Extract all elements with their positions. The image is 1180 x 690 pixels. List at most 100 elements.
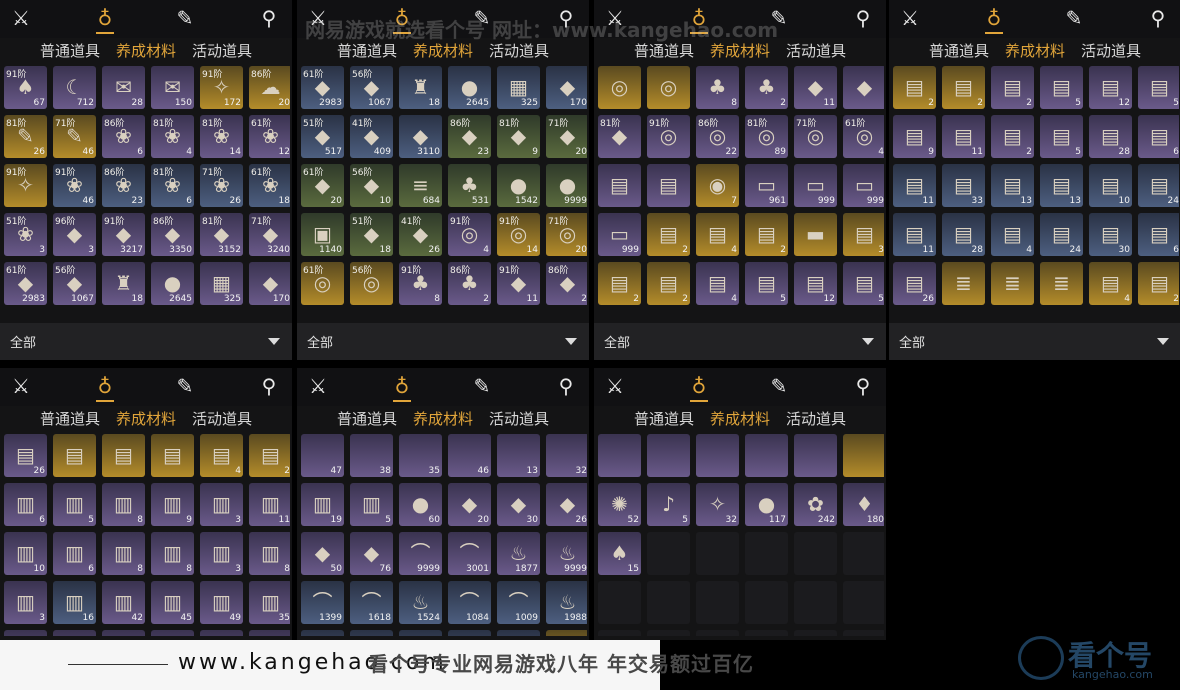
item-slot[interactable]: ♨ 9999 bbox=[546, 532, 587, 575]
item-slot[interactable]: ❀ 91阶 46 bbox=[53, 164, 96, 207]
item-slot[interactable]: ☁ 86阶 20 bbox=[249, 66, 290, 109]
item-slot[interactable]: ♨ 1988 bbox=[546, 581, 587, 624]
item-slot[interactable]: ◆ 26 bbox=[546, 483, 587, 526]
filter-dropdown[interactable]: 全部 bbox=[889, 323, 1180, 360]
item-slot[interactable]: ▤ 4 bbox=[200, 434, 243, 477]
item-slot[interactable]: ▥ 3 bbox=[200, 483, 243, 526]
item-slot[interactable]: ▤ 4 bbox=[696, 213, 739, 256]
item-slot[interactable]: ◆ 61阶 2983 bbox=[301, 66, 344, 109]
item-slot[interactable]: 35 bbox=[399, 434, 442, 477]
item-slot[interactable]: ▤ 4 bbox=[1089, 262, 1132, 305]
item-slot[interactable]: ▤ 5 bbox=[843, 262, 884, 305]
item-slot[interactable]: ▥ 6 bbox=[53, 532, 96, 575]
item-slot[interactable]: ▤ 11 bbox=[893, 213, 936, 256]
item-slot[interactable]: ❀ 61阶 18 bbox=[249, 164, 290, 207]
item-slot[interactable]: ◆ 56阶 1067 bbox=[53, 262, 96, 305]
tab-growth-materials[interactable]: 养成材料 bbox=[413, 408, 473, 429]
item-slot[interactable]: ▤ 2 bbox=[647, 262, 690, 305]
tab-common-items[interactable]: 普通道具 bbox=[40, 40, 100, 61]
item-slot[interactable]: ♣ 2 bbox=[745, 66, 788, 109]
item-slot[interactable]: ▤ 2 bbox=[249, 434, 290, 477]
item-slot[interactable]: ▥ bbox=[301, 630, 344, 636]
swords-icon[interactable]: ⚔ bbox=[8, 373, 34, 399]
item-slot[interactable]: ≣ bbox=[991, 262, 1034, 305]
item-slot[interactable]: ❀ 86阶 6 bbox=[102, 115, 145, 158]
item-slot[interactable]: ◆ 71阶 3240 bbox=[249, 213, 290, 256]
item-slot[interactable]: ▤ 5 bbox=[745, 262, 788, 305]
item-slot[interactable]: ▤ 9 bbox=[893, 115, 936, 158]
item-slot[interactable]: ▥ bbox=[448, 630, 491, 636]
tab-growth-materials[interactable]: 养成材料 bbox=[710, 408, 770, 429]
item-slot[interactable]: ◆ 56阶 1067 bbox=[350, 66, 393, 109]
item-slot[interactable]: ◆ 170 bbox=[249, 262, 290, 305]
item-slot[interactable]: ▥ 5 bbox=[350, 483, 393, 526]
item-slot[interactable]: ❀ 51阶 3 bbox=[4, 213, 47, 256]
item-slot[interactable]: ◎ 86阶 22 bbox=[696, 115, 739, 158]
item-slot[interactable]: ▭ 999 bbox=[598, 213, 641, 256]
tab-event-items[interactable]: 活动道具 bbox=[489, 408, 549, 429]
swords-icon[interactable]: ⚔ bbox=[602, 373, 628, 399]
item-slot[interactable]: ◆ 76 bbox=[350, 532, 393, 575]
item-slot[interactable]: ▤ 13 bbox=[1040, 164, 1083, 207]
item-slot[interactable]: ▤ 2 bbox=[745, 213, 788, 256]
item-slot[interactable]: ♣ 86阶 2 bbox=[448, 262, 491, 305]
item-slot[interactable]: 32 bbox=[546, 434, 587, 477]
tab-event-items[interactable]: 活动道具 bbox=[192, 40, 252, 61]
item-slot[interactable]: ● 2645 bbox=[151, 262, 194, 305]
item-slot[interactable]: ▤ 5 bbox=[1040, 66, 1083, 109]
tab-growth-materials[interactable]: 养成材料 bbox=[116, 40, 176, 61]
item-slot[interactable]: ▥ bbox=[4, 630, 47, 636]
item-slot[interactable]: ◎ 61阶 bbox=[301, 262, 344, 305]
item-slot[interactable]: ◎ 81阶 89 bbox=[745, 115, 788, 158]
item-slot[interactable]: ✧ 32 bbox=[696, 483, 739, 526]
item-slot[interactable]: ◆ 170 bbox=[546, 66, 587, 109]
item-slot[interactable]: ▤ bbox=[647, 164, 690, 207]
chevron-down-icon[interactable] bbox=[862, 338, 874, 345]
item-slot[interactable]: ✉ 28 bbox=[102, 66, 145, 109]
item-slot[interactable] bbox=[843, 434, 884, 477]
item-slot[interactable]: ◆ 41阶 409 bbox=[350, 115, 393, 158]
item-slot[interactable]: ✿ 242 bbox=[794, 483, 837, 526]
item-slot[interactable]: ▥ bbox=[249, 630, 290, 636]
item-slot[interactable]: ▤ 3 bbox=[843, 213, 884, 256]
scroll-brush-icon[interactable]: ✎ bbox=[766, 373, 792, 399]
item-slot[interactable]: ◆ 11 bbox=[794, 66, 837, 109]
tab-common-items[interactable]: 普通道具 bbox=[40, 408, 100, 429]
chevron-down-icon[interactable] bbox=[268, 338, 280, 345]
item-slot[interactable]: ● 2645 bbox=[448, 66, 491, 109]
item-slot[interactable]: ♜ 18 bbox=[399, 66, 442, 109]
item-slot[interactable]: ◆ 91阶 11 bbox=[497, 262, 540, 305]
item-slot[interactable]: ▥ bbox=[350, 630, 393, 636]
pin-icon[interactable]: ⚲ bbox=[256, 5, 282, 31]
item-slot[interactable]: ♪ 5 bbox=[647, 483, 690, 526]
pin-icon[interactable]: ⚲ bbox=[1145, 5, 1171, 31]
item-slot[interactable]: ▤ 28 bbox=[1089, 115, 1132, 158]
item-slot[interactable]: ● 1542 bbox=[497, 164, 540, 207]
item-slot[interactable]: ⌒ 3001 bbox=[448, 532, 491, 575]
item-slot[interactable]: ♦ 180 bbox=[843, 483, 884, 526]
item-slot[interactable]: ♨ 1877 bbox=[497, 532, 540, 575]
item-slot[interactable]: ◆ 81阶 bbox=[598, 115, 641, 158]
item-slot[interactable]: ▤ 2 bbox=[1138, 262, 1179, 305]
item-slot[interactable]: ▥ 45 bbox=[151, 581, 194, 624]
money-bag-icon[interactable]: ♁ bbox=[92, 373, 118, 402]
item-slot[interactable] bbox=[647, 434, 690, 477]
tab-event-items[interactable]: 活动道具 bbox=[1081, 40, 1141, 61]
item-slot[interactable]: ▤ 26 bbox=[893, 262, 936, 305]
item-slot[interactable]: ◆ 41阶 26 bbox=[399, 213, 442, 256]
item-slot[interactable]: ▤ 5 bbox=[1138, 66, 1179, 109]
tab-event-items[interactable]: 活动道具 bbox=[192, 408, 252, 429]
item-slot[interactable]: ◆ 96阶 3 bbox=[53, 213, 96, 256]
item-slot[interactable]: ▤ 4 bbox=[991, 213, 1034, 256]
item-slot[interactable]: ◆ 86阶 3350 bbox=[151, 213, 194, 256]
item-slot[interactable]: ♠ 91阶 67 bbox=[4, 66, 47, 109]
item-slot[interactable]: ▬ bbox=[794, 213, 837, 256]
item-slot[interactable]: ▤ 24 bbox=[1040, 213, 1083, 256]
item-slot[interactable]: ▥ bbox=[53, 630, 96, 636]
item-slot[interactable]: ▥ 8 bbox=[151, 532, 194, 575]
item-slot[interactable]: ♣ 8 bbox=[696, 66, 739, 109]
item-slot[interactable]: 46 bbox=[448, 434, 491, 477]
item-slot[interactable]: ▦ 325 bbox=[200, 262, 243, 305]
item-slot[interactable]: ▥ 3 bbox=[4, 581, 47, 624]
item-slot[interactable]: ✧ 91阶 bbox=[4, 164, 47, 207]
